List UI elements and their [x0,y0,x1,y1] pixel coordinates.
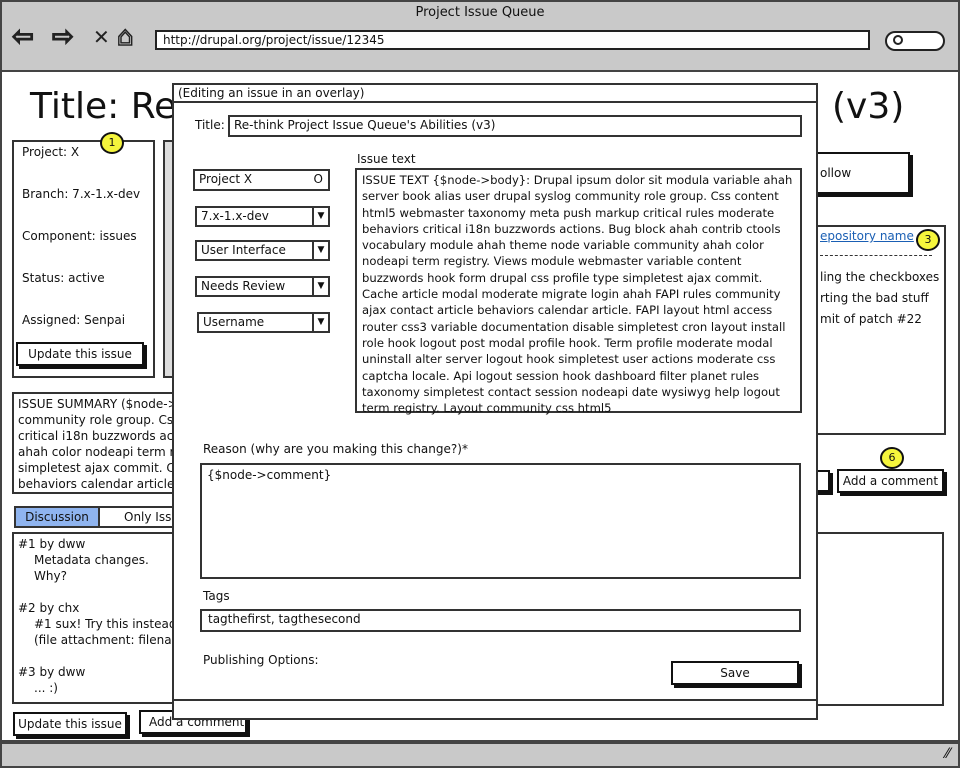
chevron-down-icon: ▼ [312,278,328,295]
branch-value: 7.x-1.x-dev [201,209,269,223]
repository-panel: epository name ling the checkboxes rting… [808,225,946,435]
status-value: Needs Review [201,279,286,293]
search-icon [893,35,903,45]
comment-body: ... :) [34,681,58,695]
project-value: Project X [199,172,253,186]
search-field[interactable] [885,31,945,51]
tags-label: Tags [203,589,230,603]
back-icon[interactable]: ⇦ [11,21,34,53]
window-title: Project Issue Queue [415,5,545,20]
assignee-select[interactable]: Username ▼ [197,312,330,333]
component-value: User Interface [201,243,286,257]
comment-body: #1 sux! Try this instead.. [34,617,185,631]
home-icon[interactable]: ⌂ [116,21,134,53]
meta-assigned: Assigned: Senpai [22,313,126,327]
meta-project: Project: X [22,145,80,159]
commit-line: rting the bad stuff [820,291,929,305]
component-select[interactable]: User Interface ▼ [195,240,330,261]
autocomplete-icon: O [313,172,323,186]
branch-select[interactable]: 7.x-1.x-dev ▼ [195,206,330,227]
comment-author: #1 by dww [18,537,86,551]
comment-author: #3 by dww [18,665,86,679]
meta-component: Component: issues [22,229,137,243]
save-button[interactable]: Save [671,661,799,685]
assignee-value: Username [203,315,265,329]
issue-text-area[interactable]: ISSUE TEXT {$node->body}: Drupal ipsum d… [355,168,802,415]
page-title: Title: Re [30,86,177,127]
right-bottom-panel [808,532,944,706]
page-title-end: (v3) [832,86,905,127]
chevron-down-icon: ▼ [312,314,328,331]
project-autocomplete[interactable]: Project X O [193,169,330,191]
title-input[interactable]: Re-think Project Issue Queue's Abilities… [228,115,802,137]
update-issue-button[interactable]: Update this issue [13,712,127,736]
tags-input[interactable]: tagthefirst, tagthesecond [200,609,801,632]
add-comment-button-right[interactable]: Add a comment [837,469,944,493]
comment-body: (file attachment: filename [34,633,191,647]
meta-branch: Branch: 7.x-1.x-dev [22,187,141,201]
commit-line: ling the checkboxes [820,270,940,284]
tab-discussion[interactable]: Discussion [14,506,100,528]
stop-icon[interactable]: ✕ [93,22,110,52]
reason-label: Reason (why are you making this change?)… [203,442,468,456]
issue-text-label: Issue text [357,152,416,166]
repository-link[interactable]: epository name [820,229,914,243]
overlay-header: (Editing an issue in an overlay) [174,85,816,103]
resize-icon: ⁄⁄ [945,746,950,762]
divider [820,255,932,256]
chevron-down-icon: ▼ [312,208,328,225]
callout-6: 6 [880,447,904,469]
comment-body: Why? [34,569,67,583]
comment-body: Metadata changes. [34,553,149,567]
overlay-footer-divider [174,699,816,701]
update-issue-button-top[interactable]: Update this issue [16,342,144,366]
discussion-list: #1 by dww Metadata changes. Why? #2 by c… [12,532,192,704]
callout-1: 1 [100,132,124,154]
forward-icon[interactable]: ⇨ [51,21,74,53]
callout-3: 3 [916,229,940,251]
url-bar[interactable]: http://drupal.org/project/issue/12345 [155,30,870,50]
meta-status: Status: active [22,271,105,285]
status-bar: ⁄⁄ [0,742,960,768]
commit-line: mit of patch #22 [820,312,922,326]
reason-textarea[interactable]: {$node->comment} [200,463,801,579]
chevron-down-icon: ▼ [312,242,328,259]
title-label: Title: [195,118,225,132]
status-select[interactable]: Needs Review ▼ [195,276,330,297]
publishing-options-label[interactable]: Publishing Options: [203,653,319,667]
comment-author: #2 by chx [18,601,80,615]
